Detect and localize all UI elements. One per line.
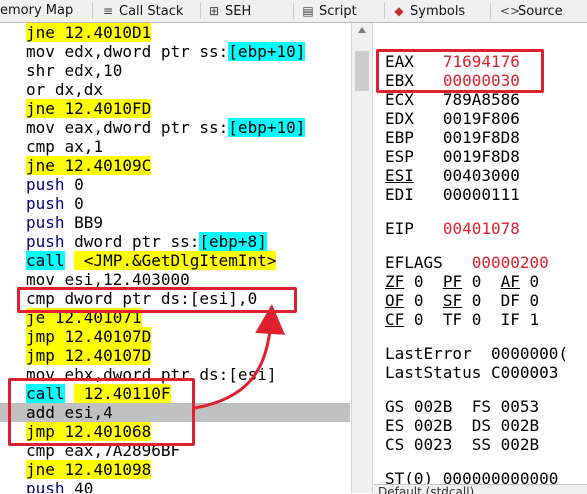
register-value: 00401078 [442, 219, 520, 238]
last-status-value: C000003 [490, 363, 559, 382]
last-error[interactable]: LastError 0000000( [385, 344, 568, 363]
flag-name: OF [385, 291, 405, 310]
seh-icon: ⊞ [208, 4, 220, 18]
register-value: 0019F806 [442, 109, 520, 128]
tab-divider [200, 3, 201, 19]
tab-label: emory Map [0, 3, 74, 18]
flag-name: CF [385, 310, 405, 329]
tab-label: Script [319, 4, 357, 19]
tab-call-stack[interactable]: ≡ Call Stack [101, 0, 183, 22]
tab-divider [92, 3, 93, 19]
flag-value[interactable]: 0 [472, 272, 482, 291]
flag-name: SF [442, 291, 463, 310]
disassembly-scrollbar[interactable] [351, 23, 373, 493]
flag-value[interactable]: 0 [472, 291, 482, 310]
call-stack-icon: ≡ [102, 4, 114, 18]
register-esi[interactable]: ESI 00403000 [385, 166, 520, 185]
flag-name: DF [500, 291, 520, 310]
flag-value[interactable]: 1 [530, 310, 540, 329]
tab-label: Symbols [410, 4, 466, 19]
scroll-up-arrow-icon[interactable] [358, 27, 366, 33]
register-value: 00000200 [471, 253, 549, 272]
scrollbar-thumb[interactable] [355, 51, 369, 91]
register-value: 00000111 [442, 185, 520, 204]
segment-row: GS 002B FS 0053 [385, 397, 539, 416]
flag-value[interactable]: 0 [472, 310, 482, 329]
flag-value[interactable]: 0 [530, 291, 540, 310]
last-status[interactable]: LastStatus C000003 [385, 363, 558, 382]
tab-label: SEH [225, 4, 252, 19]
segment-value[interactable]: 002B [501, 416, 540, 435]
tab-memory-map[interactable]: emory Map [0, 0, 73, 22]
flag-value[interactable]: 0 [414, 272, 424, 291]
register-name: ESP [385, 147, 414, 166]
annotation-box-registers [376, 49, 544, 93]
tab-seh[interactable]: ⊞ SEH [207, 0, 251, 22]
flag-value[interactable]: 0 [414, 291, 424, 310]
tab-divider [293, 3, 294, 19]
register-name: EDX [385, 109, 414, 128]
flag-name: IF [500, 310, 520, 329]
flag-name: PF [442, 272, 463, 291]
register-name: EDI [385, 185, 414, 204]
last-error-value: 0000000( [490, 344, 569, 363]
segment-value[interactable]: 0053 [501, 397, 540, 416]
register-ebp[interactable]: EBP 0019F8D8 [385, 128, 520, 147]
tab-bar: emory Map ≡ Call Stack ⊞ SEH ▤ Script ◆ Symb… [0, 0, 587, 23]
annotation-arrow [194, 304, 286, 410]
flag-name: AF [500, 272, 520, 291]
segment-name: DS [471, 416, 491, 435]
flags-row: OF 0 SF 0 DF 0 [385, 291, 539, 310]
register-esp[interactable]: ESP 0019F8D8 [385, 147, 520, 166]
segment-value[interactable]: 0023 [414, 435, 453, 454]
register-eip[interactable]: EIP 00401078 [385, 219, 520, 238]
flag-value[interactable]: 0 [530, 272, 540, 291]
tab-script[interactable]: ▤ Script [301, 0, 357, 22]
tab-symbols[interactable]: ◆ Symbols [392, 0, 465, 22]
register-eflags[interactable]: EFLAGS 00000200 [385, 253, 549, 272]
registers-panel: EAX 71694176 EBX 00000030 ECX 789A8586 E… [374, 23, 587, 493]
flag-name: ZF [385, 272, 405, 291]
flag-value[interactable]: 0 [414, 310, 424, 329]
register-name: EFLAGS [385, 253, 443, 272]
flag-name: TF [442, 310, 463, 329]
register-edx[interactable]: EDX 0019F806 [385, 109, 520, 128]
tab-source[interactable]: <>Source [500, 0, 563, 22]
segment-value[interactable]: 002B [501, 435, 540, 454]
segment-row: ES 002B DS 002B [385, 416, 539, 435]
register-name: ESI [385, 166, 414, 185]
flags-row: ZF 0 PF 0 AF 0 [385, 272, 539, 291]
register-name: EIP [385, 219, 414, 238]
flags-row: CF 0 TF 0 IF 1 [385, 310, 539, 329]
register-name: EBP [385, 128, 414, 147]
tab-divider [384, 3, 385, 19]
tab-divider [490, 3, 491, 19]
source-icon: <> [500, 4, 521, 18]
disassembly-view[interactable]: jne 12.4010D1 mov edx,dword ptr ss:[ebp+… [0, 23, 350, 493]
segment-name: SS [471, 435, 491, 454]
script-icon: ▤ [302, 4, 314, 18]
segment-name: ES [385, 416, 405, 435]
last-error-label: LastError [385, 344, 472, 363]
segment-value[interactable]: 002B [414, 397, 453, 416]
segment-row: CS 0023 SS 002B [385, 435, 539, 454]
register-value: 0019F8D8 [442, 147, 520, 166]
register-value: 00403000 [442, 166, 520, 185]
tab-label: Call Stack [119, 4, 184, 19]
segment-value[interactable]: 002B [414, 416, 453, 435]
register-edi[interactable]: EDI 00000111 [385, 185, 520, 204]
segment-name: FS [471, 397, 491, 416]
last-status-label: LastStatus [385, 363, 482, 382]
segment-name: GS [385, 397, 405, 416]
symbols-icon: ◆ [394, 4, 404, 18]
register-value: 0019F8D8 [442, 128, 520, 147]
tab-label: Source [518, 4, 563, 19]
segment-name: CS [385, 435, 405, 454]
